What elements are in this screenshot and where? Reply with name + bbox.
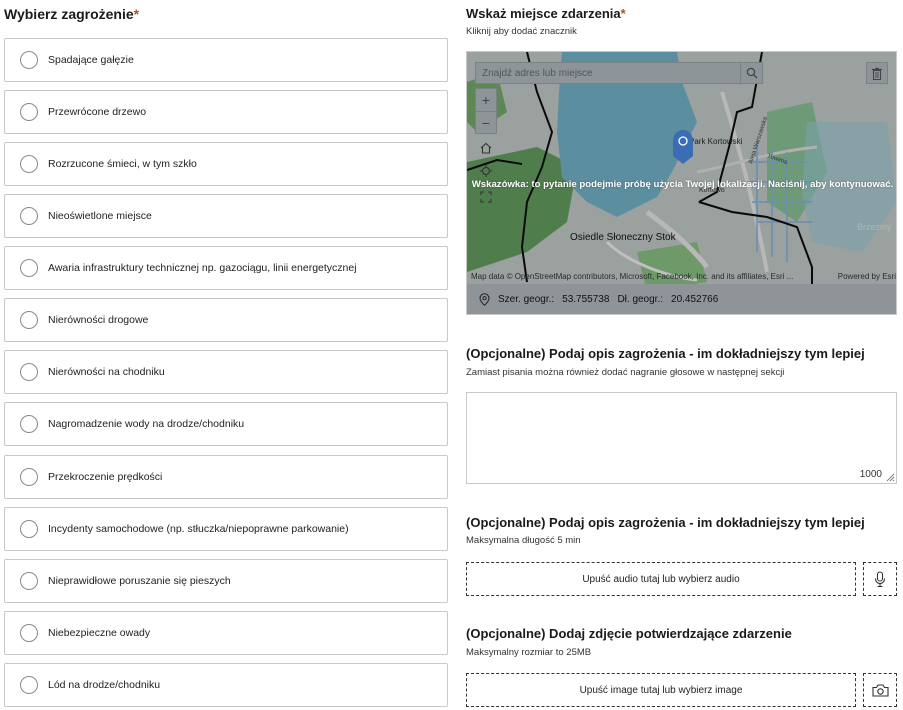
required-mark: *	[133, 6, 140, 22]
trash-icon[interactable]	[866, 62, 888, 84]
map[interactable]: Park Kortowski Kortowo Osiedle Słoneczny…	[466, 51, 897, 315]
zoom-out-icon[interactable]: −	[476, 111, 496, 133]
radio-button[interactable]	[20, 415, 38, 433]
location-hint[interactable]: Wskazówka: to pytanie podejmie próbę uży…	[467, 179, 896, 190]
radio-button[interactable]	[20, 259, 38, 277]
threat-question-title: Wybierz zagrożenie*	[4, 6, 139, 22]
threat-option[interactable]: Incydenty samochodowe (np. stłuczka/niep…	[4, 507, 448, 551]
longitude-value: 20.452766	[671, 293, 719, 305]
radio-button[interactable]	[20, 572, 38, 590]
zoom-controls: + −	[475, 88, 497, 134]
threat-option-label: Nieprawidłowe poruszanie się pieszych	[48, 575, 231, 587]
radio-button[interactable]	[20, 520, 38, 538]
map-search-bar[interactable]: Znajdź adres lub miejsce	[475, 62, 763, 84]
location-pin-icon	[479, 292, 490, 306]
threat-option-label: Incydenty samochodowe (np. stłuczka/niep…	[48, 523, 349, 535]
audio-title: (Opcjonalne) Podaj opis zagrożenia - im …	[466, 515, 865, 530]
threat-option-label: Lód na drodze/chodniku	[48, 679, 161, 691]
radio-button[interactable]	[20, 51, 38, 69]
threat-option-label: Niebezpieczne owady	[48, 627, 151, 639]
camera-icon[interactable]	[863, 673, 897, 707]
microphone-icon[interactable]	[863, 562, 897, 596]
threat-option[interactable]: Lód na drodze/chodniku	[4, 663, 448, 707]
description-textarea[interactable]: 1000	[466, 392, 897, 484]
threat-option[interactable]: Awaria infrastruktury technicznej np. ga…	[4, 246, 448, 290]
location-title-text: Wskaż miejsce zdarzenia	[466, 6, 621, 21]
description-title: (Opcjonalne) Podaj opis zagrożenia - im …	[466, 346, 865, 361]
zoom-in-icon[interactable]: +	[476, 89, 496, 111]
location-title: Wskaż miejsce zdarzenia*	[466, 6, 626, 21]
resize-grip-icon[interactable]	[885, 472, 895, 482]
map-label-district: Osiedle Słoneczny Stok	[570, 232, 677, 243]
map-attribution: Map data © OpenStreetMap contributors, M…	[471, 272, 896, 281]
threat-option-label: Nagromadzenie wody na drodze/chodniku	[48, 418, 245, 430]
threat-option-label: Nierówności drogowe	[48, 314, 149, 326]
threat-option[interactable]: Spadające gałęzie	[4, 38, 448, 82]
radio-button[interactable]	[20, 624, 38, 642]
threat-option-label: Awaria infrastruktury technicznej np. ga…	[48, 262, 357, 274]
radio-button[interactable]	[20, 311, 38, 329]
threat-option[interactable]: Niebezpieczne owady	[4, 611, 448, 655]
required-mark: *	[620, 6, 626, 21]
radio-button[interactable]	[20, 103, 38, 121]
threat-option[interactable]: Przekroczenie prędkości	[4, 455, 448, 499]
char-counter: 1000	[859, 469, 882, 480]
map-label-park: Park Kortowski	[689, 137, 743, 146]
threat-option-label: Nierówności na chodniku	[48, 366, 165, 378]
threat-option[interactable]: Nieoświetlone miejsce	[4, 194, 448, 238]
radio-button[interactable]	[20, 155, 38, 173]
audio-subtitle: Maksymalna długość 5 min	[466, 535, 581, 546]
radio-button[interactable]	[20, 363, 38, 381]
attribution-text: Map data © OpenStreetMap contributors, M…	[471, 272, 794, 281]
radio-button[interactable]	[20, 468, 38, 486]
search-icon[interactable]	[740, 62, 762, 84]
coordinates-bar: Szer. geogr.: 53.755738 Dł. geogr.: 20.4…	[467, 284, 896, 314]
description-subtitle: Zamiast pisania można również dodać nagr…	[466, 367, 785, 378]
radio-button[interactable]	[20, 207, 38, 225]
threat-option[interactable]: Nierówności drogowe	[4, 298, 448, 342]
threat-option[interactable]: Przewrócone drzewo	[4, 90, 448, 134]
latitude-value: 53.755738	[562, 293, 610, 305]
map-label-brzeziny: Brzeziny	[857, 222, 892, 232]
threat-option-label: Rozrzucone śmieci, w tym szkło	[48, 158, 197, 170]
threat-option[interactable]: Nagromadzenie wody na drodze/chodniku	[4, 402, 448, 446]
location-subtitle: Kliknij aby dodać znacznik	[466, 26, 577, 37]
threat-question-title-text: Wybierz zagrożenie	[4, 6, 134, 22]
photo-title: (Opcjonalne) Dodaj zdjęcie potwierdzając…	[466, 626, 792, 641]
threat-option-label: Przewrócone drzewo	[48, 106, 147, 118]
map-search-input[interactable]: Znajdź adres lub miejsce	[476, 68, 740, 79]
latitude-label: Szer. geogr.:	[498, 293, 555, 305]
longitude-label: Dł. geogr.:	[617, 293, 664, 305]
threat-option-label: Spadające gałęzie	[48, 54, 134, 66]
photo-subtitle: Maksymalny rozmiar to 25MB	[466, 647, 592, 658]
threat-option-label: Przekroczenie prędkości	[48, 471, 163, 483]
photo-dropzone[interactable]: Upuść image tutaj lub wybierz image	[466, 673, 856, 707]
threat-option[interactable]: Rozrzucone śmieci, w tym szkło	[4, 142, 448, 186]
threat-option-label: Nieoświetlone miejsce	[48, 210, 152, 222]
threat-option[interactable]: Nierówności na chodniku	[4, 350, 448, 394]
home-icon[interactable]	[475, 137, 497, 159]
powered-by-text[interactable]: Powered by Esri	[838, 272, 896, 281]
threat-option[interactable]: Nieprawidłowe poruszanie się pieszych	[4, 559, 448, 603]
map-marker-icon[interactable]	[673, 130, 693, 164]
radio-button[interactable]	[20, 676, 38, 694]
audio-dropzone[interactable]: Upuść audio tutaj lub wybierz audio	[466, 562, 856, 596]
